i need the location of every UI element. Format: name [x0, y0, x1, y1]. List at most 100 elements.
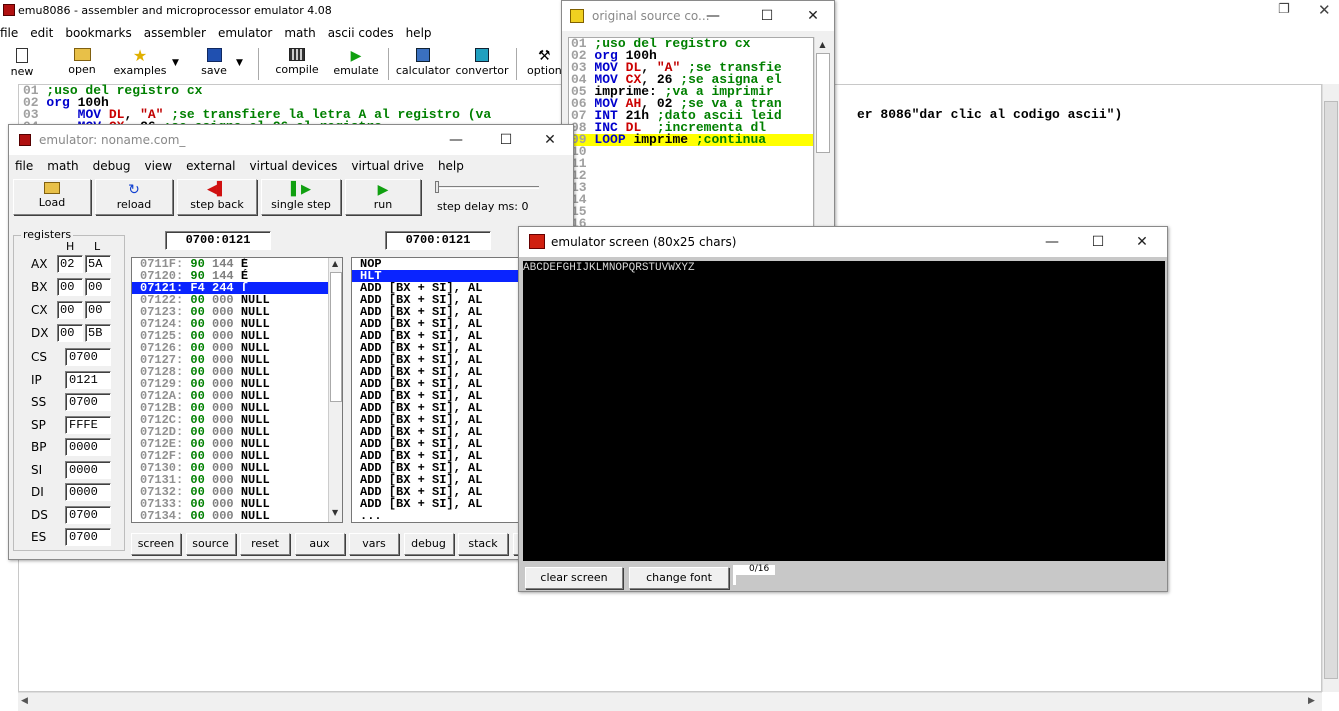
- reg-bx-low[interactable]: 00: [85, 278, 111, 296]
- hscroll-right-arrow-icon[interactable]: ▶: [1308, 696, 1315, 706]
- reg-ax-low[interactable]: 5A: [85, 255, 111, 273]
- screen-minimize-button[interactable]: —: [1029, 227, 1075, 257]
- emu-vars-button[interactable]: vars: [349, 533, 399, 555]
- toolbar-compile-button[interactable]: compile: [272, 48, 322, 76]
- emulator-titlebar: emulator: noname.com_ — ☐ ✕: [9, 125, 573, 155]
- screen-maximize-button[interactable]: ☐: [1075, 227, 1121, 257]
- emu-reset-button[interactable]: reset: [240, 533, 290, 555]
- reg-h-header: H: [66, 240, 75, 253]
- reg-bp-field[interactable]: 0000: [65, 438, 111, 456]
- main-restore-button[interactable]: ❐: [1278, 2, 1290, 17]
- toolbar-save-button[interactable]: save: [196, 48, 232, 77]
- reg-cx-high[interactable]: 00: [57, 301, 83, 319]
- save-dropdown-icon[interactable]: ▼: [236, 58, 243, 68]
- emu-menu-virtual-drive[interactable]: virtual drive: [351, 159, 424, 173]
- menu-emulator[interactable]: emulator: [218, 26, 272, 40]
- reg-bx-high[interactable]: 00: [57, 278, 83, 296]
- emu-step-back-button[interactable]: ◀▌ step back: [177, 179, 257, 215]
- new-file-icon: [16, 48, 28, 63]
- emu-run-button[interactable]: ▶ run: [345, 179, 421, 215]
- reg-sp-field[interactable]: FFFE: [65, 415, 111, 434]
- reg-ds-field[interactable]: 0700: [65, 505, 111, 524]
- screen-page-counter-text: 0/16: [749, 564, 770, 574]
- reg-label-ss: SS: [31, 395, 47, 409]
- emulator-maximize-button[interactable]: ☐: [483, 125, 529, 155]
- menu-file[interactable]: file: [0, 26, 18, 40]
- clear-screen-button[interactable]: clear screen: [525, 567, 623, 589]
- memory-address-field[interactable]: 0700:0121: [165, 231, 271, 250]
- main-horizontal-scrollbar[interactable]: ◀ ▶: [18, 692, 1322, 711]
- emu-menu-view[interactable]: view: [144, 159, 172, 173]
- source-close-button[interactable]: ✕: [790, 1, 834, 31]
- emu-debug-button[interactable]: debug: [403, 533, 454, 555]
- menu-help[interactable]: help: [406, 26, 432, 40]
- run-play-icon: ▶: [377, 182, 389, 198]
- reg-cs-field[interactable]: 0700: [65, 348, 111, 366]
- reg-ss-field[interactable]: 0700: [65, 393, 111, 411]
- step-delay-slider[interactable]: [435, 181, 541, 195]
- main-close-button[interactable]: ✕: [1318, 1, 1331, 19]
- star-icon: ★: [132, 46, 148, 65]
- main-scroll-thumb[interactable]: [1324, 101, 1338, 679]
- step-back-icon: ◀▌: [207, 182, 227, 197]
- reg-ax-high[interactable]: 02: [57, 255, 83, 273]
- emu-menu-file[interactable]: file: [15, 159, 33, 173]
- hscroll-left-arrow-icon[interactable]: ◀: [21, 696, 28, 706]
- toolbar-calculator-button[interactable]: calculator: [394, 48, 452, 77]
- reg-dx-low[interactable]: 5B: [85, 324, 111, 342]
- memory-scroll-thumb[interactable]: [330, 272, 342, 402]
- examples-dropdown-icon[interactable]: ▼: [172, 58, 179, 68]
- emu-reload-button[interactable]: ↻ reload: [95, 179, 173, 215]
- toolbar-options-button[interactable]: ⚒ options: [524, 48, 566, 77]
- toolbar-convertor-button[interactable]: convertor: [454, 48, 510, 77]
- toolbar-examples-button[interactable]: ★ examples: [112, 46, 168, 78]
- menu-edit[interactable]: edit: [30, 26, 53, 40]
- reg-cx-low[interactable]: 00: [85, 301, 111, 319]
- disasm-address-field[interactable]: 0700:0121: [385, 231, 491, 250]
- main-vertical-scrollbar[interactable]: [1322, 84, 1339, 692]
- source-code-view[interactable]: 01 ;uso del registro cx 02 org 100h 03 MOV…: [568, 37, 814, 231]
- source-maximize-button[interactable]: ☐: [744, 1, 790, 31]
- source-scroll-thumb[interactable]: [816, 53, 830, 153]
- reg-si-field[interactable]: 0000: [65, 460, 111, 479]
- reg-di-field[interactable]: 0000: [65, 483, 111, 501]
- emu-menu-virtual-devices[interactable]: virtual devices: [250, 159, 338, 173]
- memory-scrollbar[interactable]: ▲ ▼: [328, 258, 342, 522]
- emu-stack-button[interactable]: stack: [458, 533, 508, 555]
- memory-list[interactable]: 0711F: 90 144 É 07120: 90 144 É 07121: F4 …: [131, 257, 343, 523]
- menu-math[interactable]: math: [284, 26, 315, 40]
- emu-menu-external[interactable]: external: [186, 159, 235, 173]
- emulator-window: emulator: noname.com_ — ☐ ✕ file math debu…: [8, 124, 574, 560]
- reg-dx-high[interactable]: 00: [57, 324, 83, 342]
- toolbar-separator: [258, 48, 259, 80]
- emulator-minimize-button[interactable]: —: [433, 125, 479, 155]
- emu-screen-button[interactable]: screen: [131, 533, 181, 555]
- memory-scroll-up-icon[interactable]: ▲: [332, 259, 338, 268]
- toolbar-emulate-button[interactable]: ▶ emulate: [330, 48, 382, 77]
- screen-output-area[interactable]: ABCDEFGHIJKLMNOPQRSTUVWXYZ: [523, 261, 1165, 561]
- emu-menu-debug[interactable]: debug: [93, 159, 131, 173]
- reg-es-field[interactable]: 0700: [65, 528, 111, 546]
- emu-aux-button[interactable]: aux: [294, 533, 345, 555]
- change-font-button[interactable]: change font: [629, 567, 729, 589]
- menu-ascii-codes[interactable]: ascii codes: [328, 26, 394, 40]
- emulator-close-button[interactable]: ✕: [527, 125, 573, 155]
- slider-thumb[interactable]: [435, 181, 439, 193]
- toolbar-new-button[interactable]: new: [6, 48, 38, 78]
- emu-menu-math[interactable]: math: [47, 159, 78, 173]
- emu-load-button[interactable]: Load: [13, 179, 91, 215]
- memory-row[interactable]: 07134: 00 000 NULL: [132, 510, 328, 522]
- emu-source-button[interactable]: source: [185, 533, 236, 555]
- toolbar-open-button[interactable]: open: [64, 48, 100, 76]
- reg-ip-field[interactable]: 0121: [65, 370, 111, 389]
- source-scrollbar[interactable]: ▲: [814, 37, 831, 231]
- menu-bookmarks[interactable]: bookmarks: [65, 26, 131, 40]
- emu-menu-help[interactable]: help: [438, 159, 464, 173]
- menu-assembler[interactable]: assembler: [144, 26, 206, 40]
- memory-scroll-down-icon[interactable]: ▼: [332, 508, 338, 517]
- emu-single-step-button[interactable]: ▌▶ single step: [261, 179, 341, 215]
- screen-close-button[interactable]: ✕: [1119, 227, 1165, 257]
- memory-hex: 00: [190, 509, 205, 523]
- source-scroll-up-icon[interactable]: ▲: [815, 37, 830, 52]
- source-minimize-button[interactable]: —: [690, 1, 736, 31]
